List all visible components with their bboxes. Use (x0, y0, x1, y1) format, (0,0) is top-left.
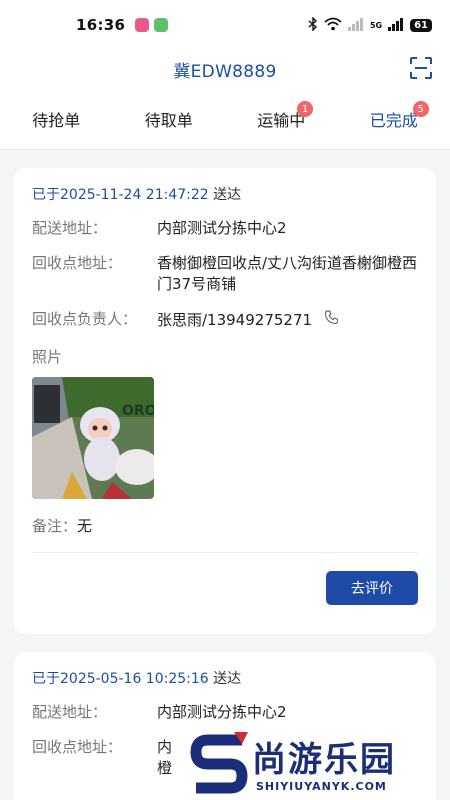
pickup-address-value: 香榭御橙回收点/丈八沟街道香榭御橙西门37号商铺 (157, 254, 418, 293)
watermark-title: 尚游乐园 (252, 740, 396, 780)
tab-bar: 待抢单 待取单 运输中 1 已完成 5 (0, 88, 450, 150)
tab-completed[interactable]: 已完成 5 (338, 88, 450, 149)
card-actions: 去评价 (32, 571, 418, 605)
note-row: 备注：无 (32, 515, 418, 536)
battery-icon: 61 (410, 18, 432, 32)
delivered-time-text: 已于2025-05-16 10:25:16 (32, 671, 209, 687)
tab-pending-pickup[interactable]: 待取单 (113, 88, 226, 149)
pickup-contact-value: 张思雨/13949275271 (157, 309, 418, 332)
pickup-address-label: 回收点地址： (32, 254, 123, 272)
pickup-address-label: 回收点地址： (32, 738, 123, 756)
pickup-address-line1: 内 (157, 738, 173, 756)
delivery-address-row: 配送地址： 内部测试分拣中心2 (32, 702, 418, 723)
delivered-suffix: 送达 (208, 187, 242, 203)
tab-label: 待抢单 (32, 110, 81, 130)
watermark-s-icon (190, 732, 248, 794)
pickup-contact-label: 回收点负责人： (32, 310, 138, 328)
note-value: 无 (77, 517, 93, 535)
status-icons: 5G 61 (308, 15, 432, 34)
delivery-address-label: 配送地址： (32, 219, 108, 237)
order-photo[interactable]: ORO (32, 377, 154, 499)
note-label: 备注： (32, 517, 78, 535)
tab-pending-grab[interactable]: 待抢单 (0, 88, 113, 149)
header: 冀EDW8889 (0, 50, 450, 88)
app-notification-icon-2 (154, 18, 169, 32)
network-type: 5G (369, 20, 383, 30)
phone-icon[interactable] (323, 309, 340, 332)
signal-icon-2 (388, 17, 404, 34)
pickup-contact-row: 回收点负责人： 张思雨/13949275271 (32, 309, 418, 332)
tab-label: 已完成 (369, 110, 418, 130)
status-time: 16:36 (76, 16, 126, 34)
delivery-address-row: 配送地址： 内部测试分拣中心2 (32, 218, 418, 239)
delivered-suffix: 送达 (208, 671, 242, 687)
scan-icon[interactable] (410, 57, 432, 83)
pickup-address-line2: 橙 (157, 759, 173, 777)
tab-badge: 1 (297, 101, 313, 117)
delivered-time: 已于2025-05-16 10:25:16 送达 (32, 668, 418, 688)
svg-text:ORO: ORO (122, 403, 154, 419)
watermark-url: SHIYIUYANYK.COM (256, 780, 387, 793)
delivered-time-text: 已于2025-11-24 21:47:22 (32, 187, 209, 203)
tab-label: 待取单 (144, 110, 193, 130)
order-card: 已于2025-11-24 21:47:22 送达 配送地址： 内部测试分拣中心2… (14, 168, 436, 634)
delivered-time: 已于2025-11-24 21:47:22 送达 (32, 184, 418, 204)
rate-button[interactable]: 去评价 (326, 571, 418, 605)
divider (32, 552, 418, 553)
photo-label: 照片 (32, 348, 63, 366)
bluetooth-icon (308, 15, 318, 34)
pickup-address-row: 回收点地址： 香榭御橙回收点/丈八沟街道香榭御橙西门37号商铺 (32, 253, 418, 295)
app-notification-icon (135, 18, 150, 32)
delivery-address-value: 内部测试分拣中心2 (157, 219, 287, 237)
tab-in-transit[interactable]: 运输中 1 (225, 88, 338, 149)
signal-icon (347, 17, 364, 34)
status-bar: 16:36 5G 61 (0, 0, 450, 50)
wifi-icon (324, 17, 342, 34)
delivery-address-label: 配送地址： (32, 703, 108, 721)
page-title: 冀EDW8889 (173, 61, 277, 82)
watermark-logo: 尚游乐园 SHIYIUYANYK.COM (190, 728, 450, 800)
contact-text: 张思雨/13949275271 (157, 311, 313, 329)
tab-badge: 5 (412, 101, 429, 117)
delivery-address-value: 内部测试分拣中心2 (157, 703, 287, 721)
